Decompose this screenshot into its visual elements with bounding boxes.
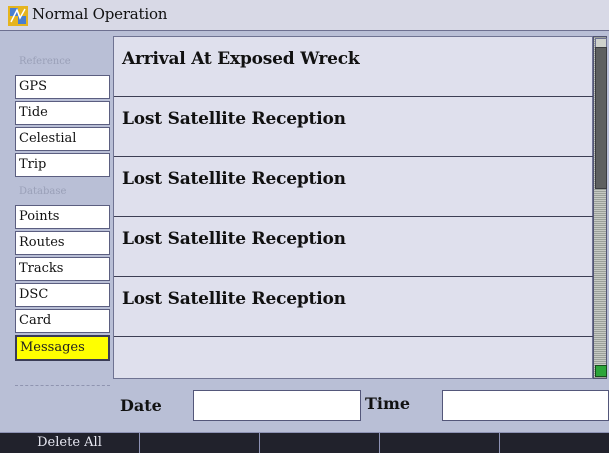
sidebar-item-messages[interactable]: Messages [15, 335, 110, 361]
message-text: Lost Satellite Reception [122, 289, 346, 309]
softkey-4[interactable] [380, 433, 500, 453]
delete-all-button[interactable]: Delete All [0, 433, 140, 453]
scrollbar[interactable] [593, 36, 607, 379]
message-text: Lost Satellite Reception [122, 169, 346, 189]
sidebar-item-dsc[interactable]: DSC [15, 283, 110, 307]
softkey-5[interactable] [500, 433, 609, 453]
message-text: Lost Satellite Reception [122, 109, 346, 129]
date-field[interactable] [193, 390, 361, 421]
list-item[interactable]: Lost Satellite Reception [114, 277, 594, 337]
list-item[interactable]: Lost Satellite Reception [114, 217, 594, 277]
sidebar-item-card[interactable]: Card [15, 309, 110, 333]
sidebar-item-celestial[interactable]: Celestial [15, 127, 110, 151]
sidebar-item-routes[interactable]: Routes [15, 231, 110, 255]
compass-route-icon [8, 6, 28, 26]
time-field[interactable] [442, 390, 609, 421]
softkey-2[interactable] [140, 433, 260, 453]
list-item[interactable] [114, 337, 594, 378]
sidebar-heading-database: Database [19, 186, 67, 197]
title-bar: Normal Operation [0, 0, 609, 31]
window-title: Normal Operation [32, 5, 168, 23]
sidebar-item-points[interactable]: Points [15, 205, 110, 229]
scroll-thumb[interactable] [595, 47, 607, 189]
date-label: Date [120, 396, 162, 415]
scroll-down-icon[interactable] [595, 365, 607, 377]
message-text: Lost Satellite Reception [122, 229, 346, 249]
sidebar-divider [15, 385, 110, 388]
sidebar-item-tracks[interactable]: Tracks [15, 257, 110, 281]
sidebar: Reference GPS Tide Celestial Trip Databa… [15, 49, 110, 363]
list-item[interactable]: Lost Satellite Reception [114, 157, 594, 217]
message-text: Arrival At Exposed Wreck [122, 49, 360, 69]
sidebar-heading-reference: Reference [19, 56, 71, 67]
softkey-bar: Delete All [0, 432, 609, 453]
list-item[interactable]: Arrival At Exposed Wreck [114, 37, 594, 97]
message-list[interactable]: Arrival At Exposed Wreck Lost Satellite … [113, 36, 594, 379]
sidebar-item-gps[interactable]: GPS [15, 75, 110, 99]
softkey-3[interactable] [260, 433, 380, 453]
sidebar-item-trip[interactable]: Trip [15, 153, 110, 177]
time-label: Time [365, 394, 411, 413]
sidebar-item-tide[interactable]: Tide [15, 101, 110, 125]
list-item[interactable]: Lost Satellite Reception [114, 97, 594, 157]
